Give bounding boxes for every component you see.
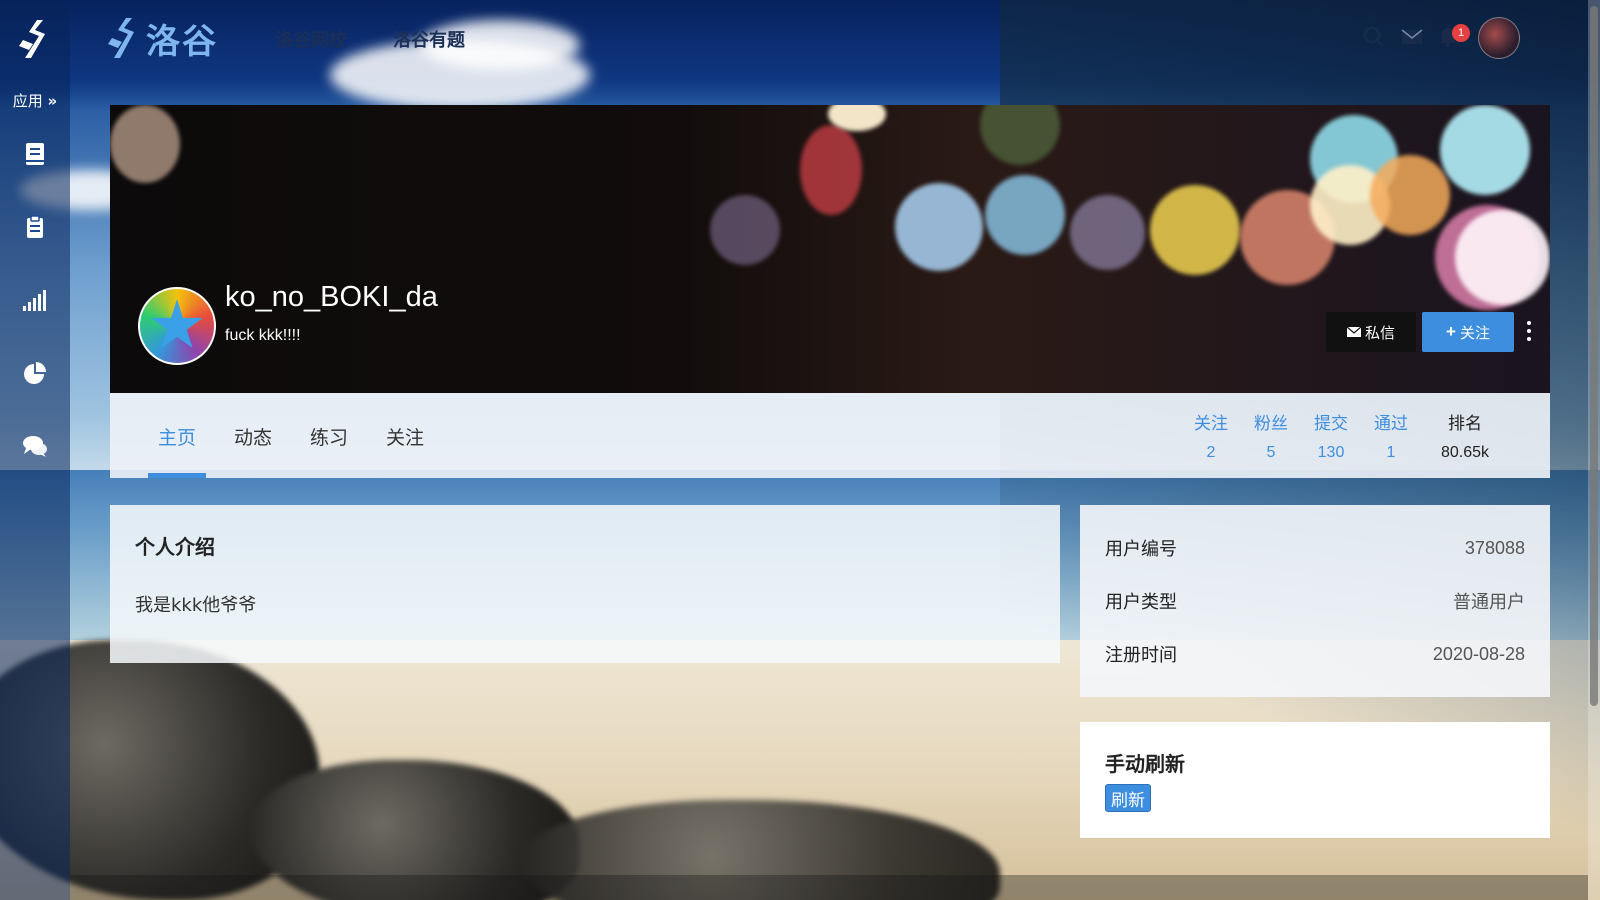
apps-toggle[interactable]: 应用 » <box>0 90 70 111</box>
stat-followers-label: 粉丝 <box>1254 414 1288 434</box>
info-key: 用户类型 <box>1105 592 1177 613</box>
signal-bars-icon[interactable] <box>22 287 48 313</box>
tab-activity[interactable]: 动态 <box>234 423 272 450</box>
stat-ranking: 排名 80.65k <box>1430 409 1500 462</box>
stat-accepted[interactable]: 通过 1 <box>1361 409 1421 462</box>
brand-name: 洛谷 <box>146 21 218 62</box>
user-avatar[interactable] <box>1478 17 1520 59</box>
stat-ranking-value: 80.65k <box>1440 444 1490 461</box>
stat-accepted-value: 1 <box>1386 444 1396 461</box>
book-icon[interactable] <box>22 141 48 167</box>
manual-refresh-card: 手动刷新 刷新 <box>1080 722 1550 838</box>
page-scrollbar[interactable] <box>1588 0 1600 900</box>
stat-following-value: 2 <box>1206 444 1216 461</box>
search-icon[interactable] <box>1363 26 1385 48</box>
active-tab-indicator <box>148 473 206 478</box>
brand-logo-icon <box>108 18 134 58</box>
stat-submissions[interactable]: 提交 130 <box>1301 409 1361 462</box>
info-row-register-date: 注册时间 2020-08-28 <box>1105 639 1525 669</box>
profile-tabs-panel: 主页 动态 练习 关注 关注 2 粉丝 5 提交 130 通过 1 排名 80.… <box>110 393 1550 478</box>
stat-submissions-label: 提交 <box>1314 414 1348 434</box>
private-message-label: 私信 <box>1364 324 1395 342</box>
profile-avatar <box>138 287 216 365</box>
tab-home[interactable]: 主页 <box>158 423 196 450</box>
notification-badge: 1 <box>1452 24 1470 42</box>
refresh-title: 手动刷新 <box>1105 752 1185 776</box>
top-navbar: 洛谷 洛谷网校 洛谷有题 1 <box>70 0 1600 78</box>
profile-slogan: fuck kkk!!!! <box>225 327 301 344</box>
info-value: 2020-08-28 <box>1432 643 1525 664</box>
plus-icon: + <box>1446 322 1456 341</box>
double-chevron-right-icon: » <box>47 92 58 110</box>
refresh-button[interactable]: 刷新 <box>1105 784 1151 812</box>
stat-followers-value: 5 <box>1266 444 1276 461</box>
user-info-card: 用户编号 378088 用户类型 普通用户 注册时间 2020-08-28 <box>1080 505 1550 697</box>
stat-following[interactable]: 关注 2 <box>1181 409 1241 462</box>
apps-label: 应用 <box>12 92 43 110</box>
intro-text: 我是kkk他爷爷 <box>135 595 257 616</box>
follow-button[interactable]: + 关注 <box>1422 312 1514 352</box>
envelope-icon <box>1346 326 1361 337</box>
info-key: 注册时间 <box>1105 645 1177 666</box>
profile-username: ko_no_BOKI_da <box>225 281 438 313</box>
intro-title: 个人介绍 <box>135 535 215 559</box>
stat-ranking-label: 排名 <box>1448 414 1482 434</box>
info-value: 普通用户 <box>1453 592 1525 613</box>
pie-chart-icon[interactable] <box>22 360 48 386</box>
tab-following[interactable]: 关注 <box>386 423 424 450</box>
info-value: 378088 <box>1464 537 1525 558</box>
follow-label: 关注 <box>1459 324 1490 342</box>
stat-submissions-value: 130 <box>1317 444 1345 461</box>
stat-followers[interactable]: 粉丝 5 <box>1241 409 1301 462</box>
left-sidebar: 应用 » <box>0 0 70 900</box>
nav-link-luogu-school[interactable]: 洛谷网校 <box>275 26 347 52</box>
intro-card: 个人介绍 我是kkk他爷爷 <box>110 505 1060 663</box>
stat-following-label: 关注 <box>1194 414 1228 434</box>
tab-practice[interactable]: 练习 <box>310 423 348 450</box>
info-row-user-type: 用户类型 普通用户 <box>1105 586 1525 616</box>
stat-accepted-label: 通过 <box>1374 414 1408 434</box>
luogu-logo-icon[interactable] <box>17 18 53 60</box>
nav-link-luogu-problems[interactable]: 洛谷有题 <box>393 26 465 52</box>
bottom-strip <box>70 875 1588 900</box>
brand[interactable]: 洛谷 <box>108 16 218 62</box>
profile-banner: ko_no_BOKI_da fuck kkk!!!! 私信 + 关注 <box>110 105 1550 393</box>
scrollbar-thumb[interactable] <box>1590 6 1598 706</box>
clipboard-icon[interactable] <box>22 214 48 240</box>
info-key: 用户编号 <box>1105 539 1177 560</box>
info-row-user-id: 用户编号 378088 <box>1105 533 1525 563</box>
more-vertical-icon[interactable] <box>1522 318 1536 344</box>
private-message-button[interactable]: 私信 <box>1326 312 1416 352</box>
mail-icon[interactable] <box>1401 26 1423 48</box>
chat-bubbles-icon[interactable] <box>22 433 48 459</box>
